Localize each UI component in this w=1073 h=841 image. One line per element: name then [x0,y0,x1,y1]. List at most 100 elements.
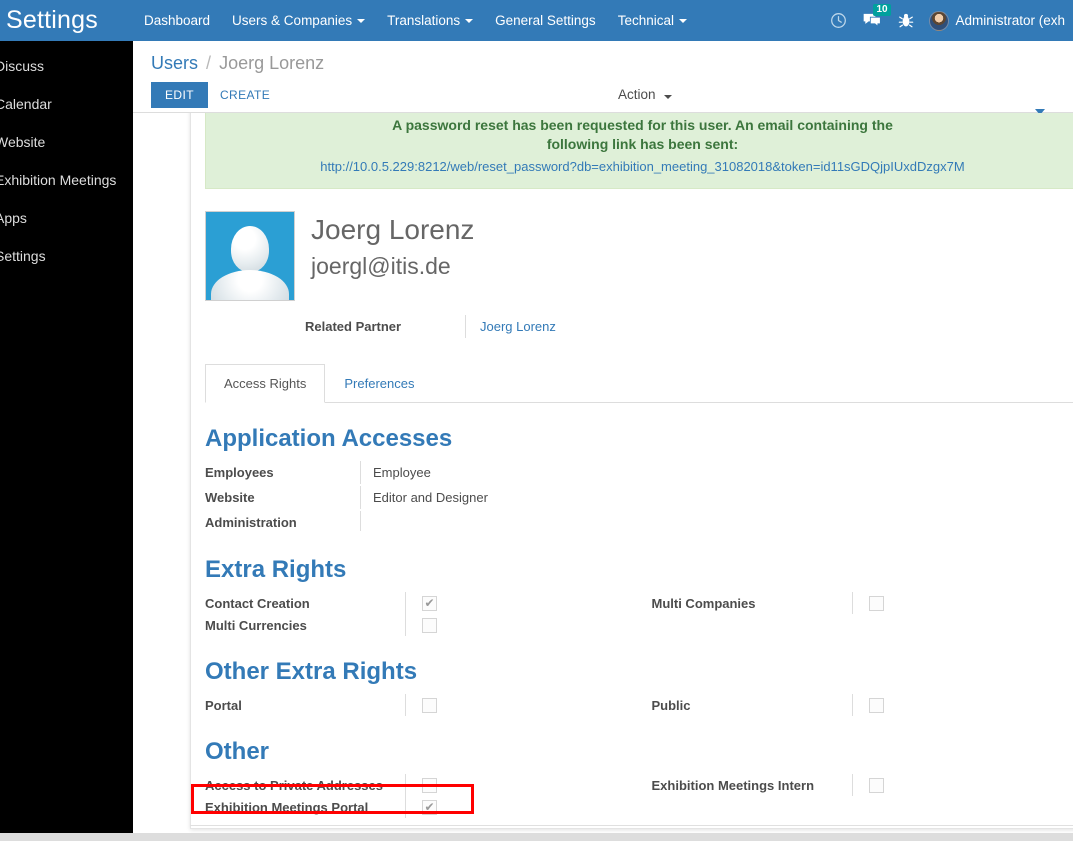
related-partner-label: Related Partner [305,319,402,334]
field-portal: Portal [205,694,652,716]
checkbox-portal[interactable] [422,697,437,713]
field-label: Employees [205,465,274,480]
user-menu[interactable]: Administrator (exh [923,0,1071,41]
related-partner-field: Related Partner Joerg Lorenz [205,315,1073,338]
breadcrumb-current: Joerg Lorenz [219,53,325,73]
section-title-extra-rights: Extra Rights [205,556,347,583]
create-button[interactable]: CREATE [208,82,282,108]
extra-rights-left-column: Contact Creation ✔ Multi Currencies [205,592,652,636]
field-cell [851,694,884,716]
user-photo[interactable] [205,211,295,301]
field-exhibition-meetings-portal: Exhibition Meetings Portal ✔ [205,796,652,818]
form-tabs: Access Rights Preferences [205,364,1073,403]
sidebar-item-website[interactable]: Website [0,123,133,161]
sidebar-item-discuss[interactable]: Discuss [0,47,133,85]
chevron-down-icon [357,18,366,23]
sidebar-item-apps[interactable]: Apps [0,199,133,237]
extra-rights-right-column: Multi Companies [652,592,1073,636]
nav-item-users-companies[interactable]: Users & Companies [221,0,376,41]
nav-item-general-settings[interactable]: General Settings [484,0,607,41]
field-cell [851,592,884,614]
field-multi-companies: Multi Companies [652,592,1073,614]
checkbox-contact-creation[interactable]: ✔ [422,595,437,611]
page-title: Joerg Lorenz [311,214,475,245]
checkbox-public[interactable] [868,697,884,713]
other-extra-rights-left-column: Portal [205,694,652,716]
top-navbar: Settings Dashboard Users & Companies Tra… [0,0,1073,41]
user-menu-label: Administrator (exh [955,13,1065,28]
field-contact-creation: Contact Creation ✔ [205,592,652,614]
record-title-text: Joerg Lorenz joergl@itis.de [295,211,474,301]
field-value[interactable] [360,511,740,531]
nav-item-label: Translations [387,13,461,28]
avatar-placeholder-body [211,270,289,300]
action-dropdown-label: Action [618,87,656,102]
messages-count-badge: 10 [873,4,891,16]
record-button-row: EDIT CREATE [151,82,1073,108]
sidebar-item-label: Website [0,134,46,150]
sidebar-item-settings[interactable]: Settings [0,237,133,275]
checkbox-access-private-addresses[interactable] [422,777,437,793]
field-multi-currencies: Multi Currencies [205,614,652,636]
checkbox-multi-currencies[interactable] [422,617,437,633]
other-right-column: Exhibition Meetings Intern [652,774,1073,818]
nav-item-dashboard[interactable]: Dashboard [133,0,221,41]
app-sidebar: Discuss Calendar Website Exhibition Meet… [0,41,133,841]
tab-preferences[interactable]: Preferences [325,364,433,403]
sidebar-item-label: Calendar [0,96,52,112]
avatar [929,10,950,31]
field-public: Public [652,694,1073,716]
breadcrumb: Users / Joerg Lorenz [151,53,1073,74]
nav-item-technical[interactable]: Technical [607,0,698,41]
clock-icon[interactable] [821,0,855,41]
related-partner-value[interactable]: Joerg Lorenz [465,315,585,338]
sidebar-item-calendar[interactable]: Calendar [0,85,133,123]
field-label: Website [205,490,255,505]
field-label: Portal [205,697,242,713]
field-access-private-addresses: Access to Private Addresses [205,774,652,796]
tab-access-rights[interactable]: Access Rights [205,364,326,403]
field-employees: Employees Employee [205,461,1073,484]
nav-item-label: Dashboard [144,13,211,28]
alert-line-2: following link has been sent: [546,136,739,152]
main-content: Users / Joerg Lorenz EDIT CREATE Action … [133,41,1073,841]
nav-item-translations[interactable]: Translations [376,0,484,41]
other-left-column: Access to Private Addresses Exhibition M… [205,774,652,818]
checkbox-exhibition-meetings-portal[interactable]: ✔ [422,799,437,815]
breadcrumb-separator: / [206,53,212,73]
edit-button[interactable]: EDIT [151,82,208,108]
sidebar-item-label: Apps [0,210,27,226]
breadcrumb-link-users[interactable]: Users [151,53,198,73]
application-accesses-group: Employees Employee Website Editor and De… [205,461,1073,534]
section-title-other-extra-rights: Other Extra Rights [205,658,418,685]
bug-icon[interactable] [889,0,923,41]
navbar-right-group: 10 Administrator (exh [821,0,1073,41]
sidebar-item-label: Discuss [0,58,45,74]
chevron-down-icon [678,18,687,23]
control-panel: Users / Joerg Lorenz EDIT CREATE Action [133,41,1073,115]
field-label: Multi Companies [651,595,756,611]
section-title-other: Other [205,738,270,765]
field-value[interactable]: Employee [360,461,740,484]
sidebar-item-exhibition-meetings[interactable]: Exhibition Meetings [0,161,133,199]
action-dropdown[interactable]: Action [618,87,673,102]
sheet-bottom-divider [190,825,1073,826]
field-value[interactable]: Editor and Designer [360,486,740,509]
field-label: Contact Creation [205,595,310,611]
chat-icon[interactable]: 10 [855,0,891,41]
field-label: Exhibition Meetings Portal [205,799,369,815]
password-reset-alert: × A password reset has been requested fo… [205,113,1073,189]
app-brand[interactable]: Settings [0,0,133,41]
form-sheet-wrapper: × A password reset has been requested fo… [133,113,1073,841]
nav-item-label: Users & Companies [232,13,353,28]
field-cell: ✔ [405,592,437,614]
reset-password-link[interactable]: http://10.0.5.229:8212/web/reset_passwor… [218,157,1067,176]
checkbox-multi-companies[interactable] [868,595,884,611]
form-sheet: × A password reset has been requested fo… [190,113,1073,829]
field-label: Access to Private Addresses [205,777,384,793]
horizontal-scrollbar[interactable] [0,833,1073,841]
nav-item-label: Technical [617,13,674,28]
field-cell [851,774,884,796]
field-label: Public [651,697,691,713]
checkbox-exhibition-meetings-intern[interactable] [868,777,884,793]
